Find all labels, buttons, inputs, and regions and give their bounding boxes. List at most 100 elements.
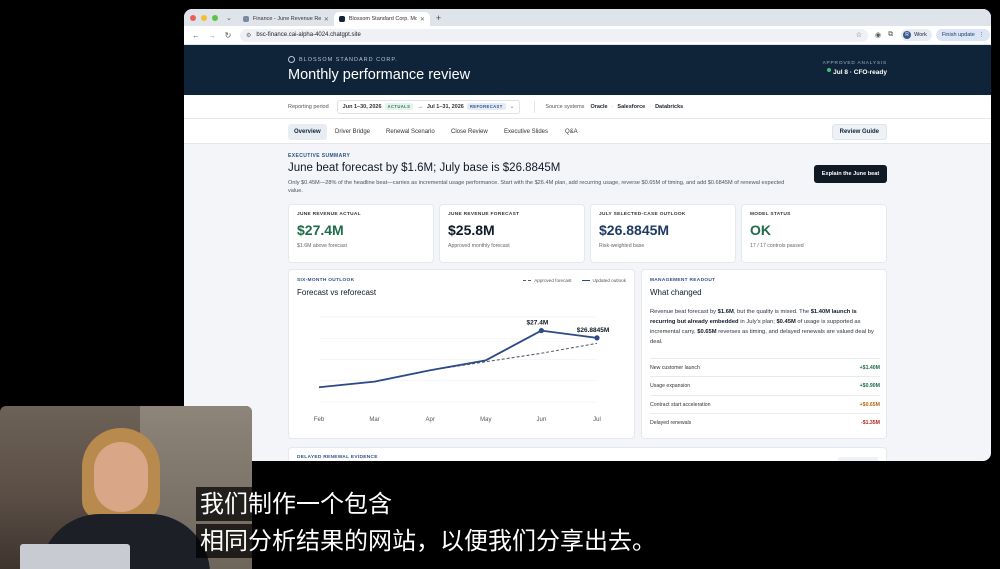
minimize-window-button[interactable] bbox=[201, 14, 207, 21]
actuals-badge: ACTUALS bbox=[384, 103, 414, 110]
driver-label: Contract start acceleration bbox=[650, 401, 711, 408]
kpi-card-june-actual: JUNE REVENUE ACTUAL $27.4M $1.6M above f… bbox=[288, 204, 434, 263]
tab-renewal-scenario[interactable]: Renewal Scenario bbox=[380, 124, 441, 140]
chart-legend: Approved forecast Updated outlook bbox=[513, 278, 626, 283]
kpi-card-model-status: MODEL STATUS OK 17 / 17 controls passed bbox=[741, 204, 887, 263]
tab-overview[interactable]: Overview bbox=[288, 124, 327, 140]
url-text: bsc-finance.cai-alpha-4024.chatgpt.site bbox=[256, 32, 361, 38]
x-tick-label: Feb bbox=[314, 417, 325, 423]
data-label: $27.4M bbox=[527, 320, 549, 327]
evidence-kicker: DELAYED RENEWAL EVIDENCE bbox=[297, 455, 378, 460]
tab-driver-bridge[interactable]: Driver Bridge bbox=[329, 124, 376, 140]
more-menu-icon: ⋮ bbox=[978, 32, 985, 38]
driver-row: Contract start acceleration +$0.65M bbox=[650, 395, 880, 413]
kpi-sub: Risk-weighted base bbox=[599, 243, 645, 249]
explain-june-beat-button[interactable]: Explain the June beat bbox=[814, 165, 887, 183]
tab-search-icon[interactable]: ⌄ bbox=[226, 14, 232, 22]
tab-title: Blossom Standard Corp. Mo bbox=[348, 16, 417, 22]
browser-toolbar: ← → ↻ ⚙ bsc-finance.cai-alpha-4024.chatg… bbox=[184, 26, 991, 45]
brand-logo-icon bbox=[288, 56, 295, 63]
data-label: $26.8845M bbox=[577, 327, 610, 334]
driver-label: Usage expansion bbox=[650, 382, 691, 389]
close-tab-icon[interactable]: ✕ bbox=[324, 16, 329, 23]
six-month-outlook-card: $27.4M $26.8845M Feb Mar Apr May Jun Jul SIX-MO… bbox=[288, 269, 635, 439]
extensions-puzzle-icon[interactable]: ⧉ bbox=[888, 31, 893, 39]
subtitle-line-2: 相同分析结果的网站，以便我们分享出去。 bbox=[196, 524, 660, 558]
tab-close-review[interactable]: Close Review bbox=[445, 124, 494, 140]
kpi-label: MODEL STATUS bbox=[750, 212, 791, 217]
finish-update-label: Finish update bbox=[941, 32, 975, 38]
reporting-period-select[interactable]: Jun 1–30, 2026 ACTUALS → Jul 1–31, 2026 … bbox=[336, 99, 521, 114]
finish-update-button[interactable]: Finish update ⋮ bbox=[935, 29, 991, 41]
x-tick-label: May bbox=[480, 417, 491, 423]
reload-icon[interactable]: ↻ bbox=[224, 31, 232, 40]
legend-solid-swatch bbox=[581, 280, 590, 281]
screen: ⌄ Finance - June Revenue Rec ✕ Blossom S… bbox=[0, 0, 1000, 569]
separator-dot: · bbox=[611, 103, 614, 110]
presenter-face bbox=[94, 442, 148, 512]
source-salesforce: Salesforce bbox=[617, 103, 646, 110]
driver-value: +$1.40M bbox=[859, 364, 880, 371]
browser-window: ⌄ Finance - June Revenue Rec ✕ Blossom S… bbox=[184, 9, 991, 461]
legend-approved-label: Approved forecast bbox=[534, 278, 572, 283]
separator-dot: · bbox=[649, 103, 652, 110]
approval-status-value: Jul 8 · CFO-ready bbox=[833, 69, 887, 76]
extension-icon[interactable]: ◉ bbox=[875, 31, 881, 39]
brand-name: BLOSSOM STANDARD CORP. bbox=[299, 56, 398, 63]
driver-value: +$0.90M bbox=[859, 382, 880, 389]
readout-emphasis: $0.45M bbox=[776, 319, 796, 325]
kpi-value: $25.8M bbox=[448, 222, 495, 238]
evidence-action-button[interactable] bbox=[838, 457, 878, 461]
kpi-value: $27.4M bbox=[297, 222, 344, 238]
presenter-laptop bbox=[20, 544, 130, 569]
reforecast-badge: REFORECAST bbox=[466, 103, 506, 110]
forward-icon[interactable]: → bbox=[208, 31, 216, 40]
divider bbox=[534, 100, 536, 113]
bookmark-star-icon[interactable]: ☆ bbox=[856, 31, 862, 39]
driver-row: Usage expansion +$0.90M bbox=[650, 376, 880, 394]
app-header: BLOSSOM STANDARD CORP. Monthly performan… bbox=[184, 45, 991, 95]
legend-approved: Approved forecast bbox=[523, 278, 572, 283]
tab-qa[interactable]: Q&A bbox=[559, 124, 584, 140]
tab-title: Finance - June Revenue Rec bbox=[252, 16, 321, 22]
profile-button[interactable]: R Work bbox=[901, 29, 932, 41]
kpi-value: $26.8845M bbox=[599, 222, 670, 238]
driver-row: Delayed renewals -$1.35M bbox=[650, 413, 880, 431]
readout-text: in July's plan; bbox=[738, 319, 777, 325]
driver-value: +$0.65M bbox=[859, 401, 880, 408]
data-point bbox=[538, 327, 544, 334]
tab-favicon-icon bbox=[338, 16, 345, 22]
series-line-updated bbox=[318, 329, 598, 389]
new-tab-icon[interactable]: + bbox=[436, 13, 441, 23]
site-info-icon[interactable]: ⚙ bbox=[246, 32, 251, 39]
tab-strip: ⌄ Finance - June Revenue Rec ✕ Blossom S… bbox=[184, 9, 991, 26]
legend-updated: Updated outlook bbox=[581, 278, 626, 283]
tab-executive-slides[interactable]: Executive Slides bbox=[498, 124, 554, 140]
summary-body: Only $0.45M—28% of the headline beat—car… bbox=[288, 180, 785, 194]
browser-tab-blossom[interactable]: Blossom Standard Corp. Mo ✕ bbox=[333, 12, 430, 26]
x-tick-label: Jul bbox=[593, 417, 601, 423]
tab-favicon-icon bbox=[242, 16, 249, 22]
kpi-sub: $1.6M above forecast bbox=[297, 243, 347, 249]
kpi-card-june-forecast: JUNE REVENUE FORECAST $25.8M Approved mo… bbox=[439, 204, 585, 263]
kpi-value: OK bbox=[750, 222, 771, 238]
profile-avatar: R bbox=[903, 31, 912, 39]
driver-row: New customer launch +$1.40M bbox=[650, 358, 880, 376]
close-tab-icon[interactable]: ✕ bbox=[420, 16, 425, 23]
address-bar[interactable]: ⚙ bsc-finance.cai-alpha-4024.chatgpt.sit… bbox=[240, 28, 868, 42]
data-point bbox=[594, 335, 600, 341]
close-window-button[interactable] bbox=[190, 14, 196, 21]
approval-status: APPROVED ANALYSIS Jul 8 · CFO-ready bbox=[823, 61, 887, 76]
maximize-window-button[interactable] bbox=[212, 14, 218, 21]
review-guide-button[interactable]: Review Guide bbox=[831, 124, 887, 140]
source-oracle: Oracle bbox=[590, 103, 608, 110]
browser-tab-finance[interactable]: Finance - June Revenue Rec ✕ bbox=[238, 12, 334, 26]
driver-label: New customer launch bbox=[650, 364, 700, 371]
reporting-period-label: Reporting period bbox=[288, 103, 329, 110]
chevron-down-icon: ⌄ bbox=[509, 103, 515, 110]
back-icon[interactable]: ← bbox=[192, 31, 200, 40]
x-tick-label: Jun bbox=[537, 417, 547, 423]
page-title: Monthly performance review bbox=[288, 67, 471, 83]
kpi-sub: Approved monthly forecast bbox=[448, 243, 510, 249]
source-databricks: Databricks bbox=[655, 103, 684, 110]
